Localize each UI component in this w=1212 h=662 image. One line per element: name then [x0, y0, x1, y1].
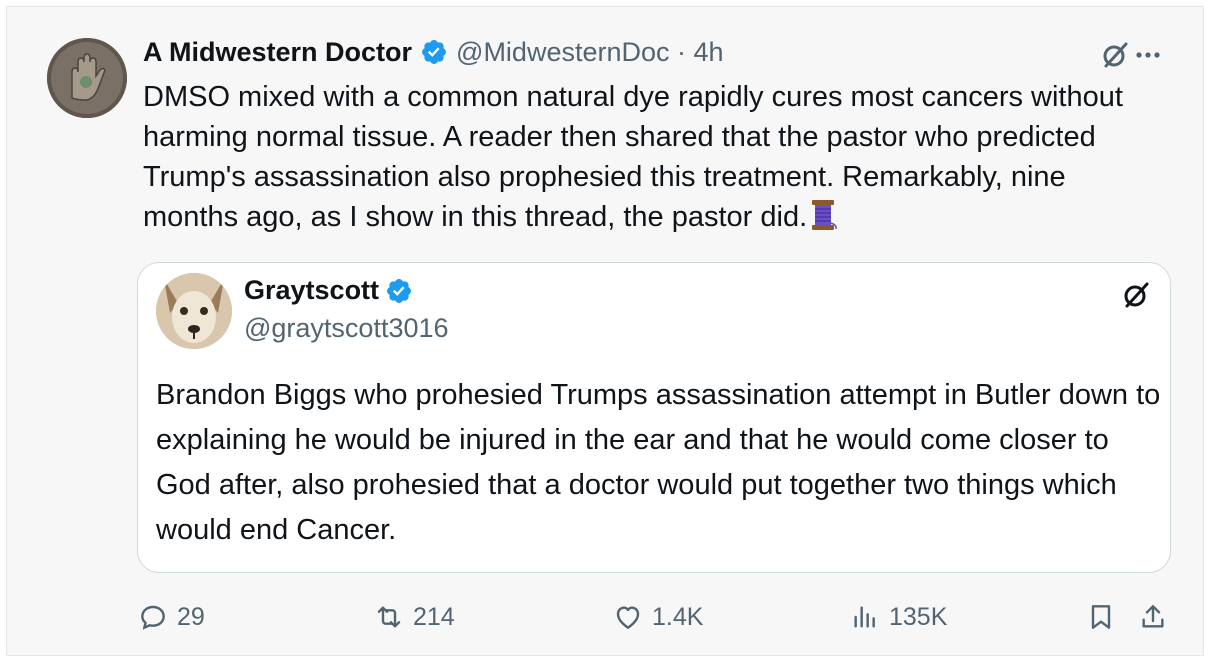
views-button[interactable]: 135K [849, 595, 947, 639]
share-icon [1142, 605, 1164, 628]
verified-badge-icon [387, 278, 412, 303]
quoted-author-avatar[interactable] [156, 273, 232, 349]
dog-photo-image [156, 273, 232, 349]
verified-badge-icon [422, 40, 446, 64]
quoted-tweet-text: Brandon Biggs who prohesied Trumps assas… [156, 379, 1161, 546]
bookmark-button[interactable] [1085, 595, 1125, 639]
grok-icon[interactable] [1099, 39, 1131, 71]
quoted-author-handle[interactable]: @graytscott3016 [244, 313, 449, 344]
reply-button[interactable]: 29 [137, 595, 205, 639]
like-count: 1.4K [652, 602, 704, 631]
tweet-card[interactable]: A Midwestern Doctor @MidwesternDoc · 4h … [6, 6, 1204, 656]
quoted-author-name[interactable]: Graytscott [244, 275, 379, 306]
views-count: 135K [889, 602, 948, 631]
more-icon[interactable] [1133, 40, 1163, 70]
views-icon [854, 606, 875, 628]
reply-icon [141, 605, 165, 630]
quoted-tweet[interactable]: Graytscott @graytscott3016 Brandon Biggs… [137, 262, 1171, 573]
grok-icon[interactable] [1120, 279, 1152, 311]
spool-of-thread-icon [809, 198, 839, 243]
repost-icon [377, 606, 401, 628]
share-button[interactable] [1137, 595, 1177, 639]
author-avatar[interactable] [47, 38, 127, 118]
action-bar: 29 214 1.4K 135K [137, 595, 1177, 639]
repost-count: 214 [413, 602, 455, 631]
tweet-text: DMSO mixed with a common natural dye rap… [143, 77, 1163, 243]
like-icon [616, 606, 640, 629]
author-name[interactable]: A Midwestern Doctor [143, 37, 412, 68]
author-handle-time[interactable]: @MidwesternDoc · 4h [456, 37, 724, 68]
like-button[interactable]: 1.4K [612, 595, 703, 639]
hand-sculpture-image [47, 38, 127, 118]
repost-button[interactable]: 214 [373, 595, 455, 639]
reply-count: 29 [177, 602, 205, 631]
tweet-text-content: DMSO mixed with a common natural dye rap… [143, 81, 1123, 233]
bookmark-icon [1091, 605, 1111, 629]
